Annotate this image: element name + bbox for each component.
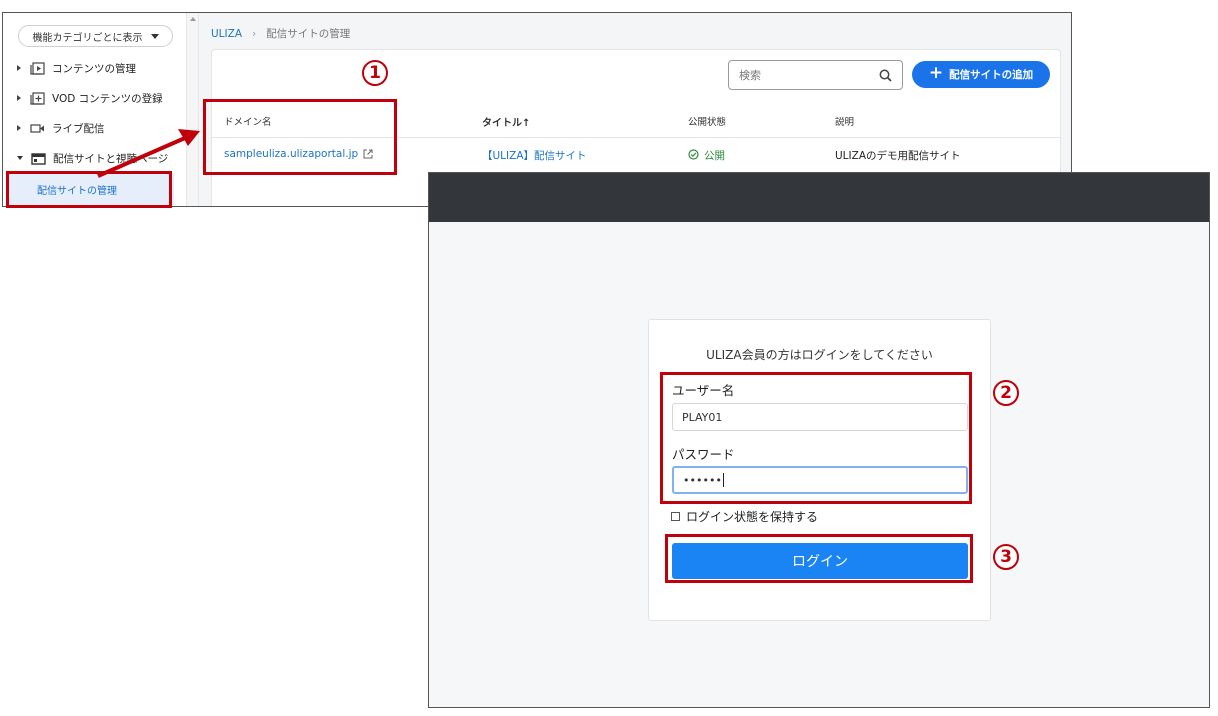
step-marker-1: 1 — [362, 60, 388, 86]
callout-arrow — [97, 129, 200, 178]
arrow-shaft — [97, 136, 186, 178]
step-marker-3: 3 — [993, 544, 1019, 570]
step-marker-2: 2 — [993, 380, 1019, 406]
